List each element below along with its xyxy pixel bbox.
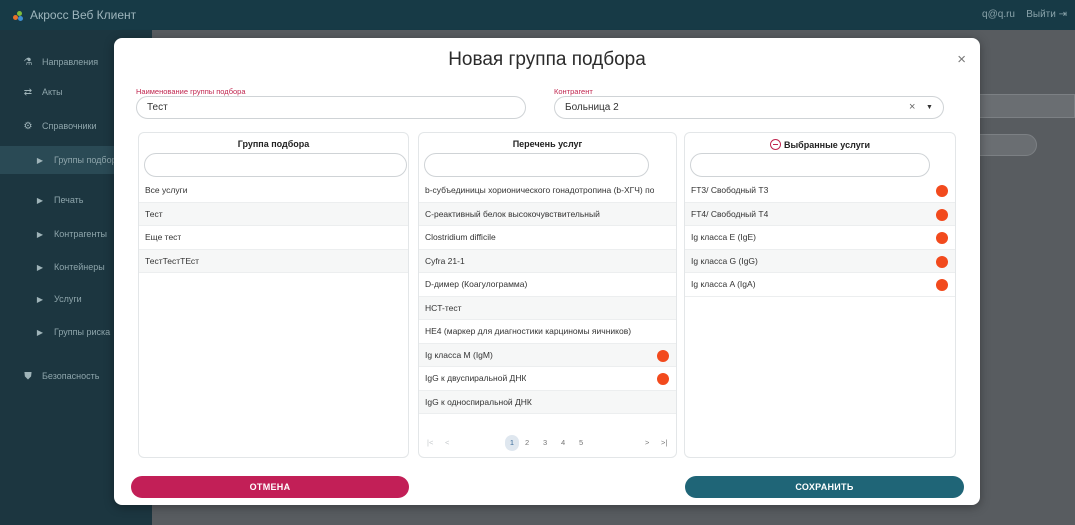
prev-page-icon[interactable]: < [445,435,449,451]
list-item[interactable]: С-реактивный белок высокочувствительный [419,202,676,226]
remove-all-icon[interactable] [770,139,781,150]
list-item[interactable]: Тест [139,202,408,226]
new-selection-group-dialog: Новая группа подбора × Наименование груп… [114,38,980,505]
groups-list: Все услуги Тест Еще тест ТестТестТЕст [139,179,408,273]
panel-title: Перечень услуг [419,139,676,149]
selected-marker-icon[interactable] [657,349,669,362]
sidebar-item-label: Контрагенты [54,229,108,239]
close-icon[interactable]: × [957,51,966,68]
remove-marker-icon[interactable] [936,255,948,268]
selected-panel-title: Выбранные услуги [784,139,870,150]
list-item[interactable]: b-субъединицы хорионического гонадотропи… [419,179,676,203]
sidebar-item-label: Печать [54,195,84,205]
caret-right-icon: ▶ [36,327,44,337]
group-name-input[interactable]: Тест [136,96,526,119]
gear-icon: ⚙ [23,120,33,132]
contractor-value: Больница 2 [565,102,619,113]
remove-marker-icon[interactable] [936,279,948,291]
selected-marker-icon[interactable] [657,373,669,385]
dialog-title: Новая группа подбора [448,49,646,70]
list-item[interactable]: Еще тест [139,226,408,250]
sidebar-item-label: Справочники [42,121,97,131]
first-page-icon[interactable]: |< [427,435,433,451]
logout-link[interactable]: Выйти ⇥ [1026,9,1067,20]
list-item[interactable]: HE4 (маркер для диагностики карциномы яи… [419,320,676,344]
app-logo-icon [13,11,23,21]
sidebar-item-label: Направления [42,57,99,67]
next-page-icon[interactable]: > [645,435,649,451]
pagination: |< < 1 2 3 4 5 > >| [419,435,676,451]
list-item[interactable]: IgG к двуспиральной ДНК [419,367,676,391]
selected-search-input[interactable] [690,153,930,177]
page-button[interactable]: 4 [561,435,565,451]
last-page-icon[interactable]: >| [661,435,667,451]
list-item[interactable]: FT4/ Свободный Т4 [685,202,955,226]
sidebar-item-label: Группы подбора [54,155,122,165]
page-button[interactable]: 3 [543,435,547,451]
transfer-icon: ⇄ [23,86,33,98]
list-item[interactable]: Ig класса A (IgA) [685,273,955,297]
caret-right-icon: ▶ [36,155,44,165]
list-item[interactable]: Clostridium difficile [419,226,676,250]
sidebar-item-label: Услуги [54,294,82,304]
flask-icon: ⚗ [23,56,33,68]
services-panel-title: Перечень услуг [512,139,583,149]
page-button[interactable]: 1 [505,435,519,451]
sidebar-item-label: Акты [42,87,63,97]
services-list: b-субъединицы хорионического гонадотропи… [419,179,676,414]
list-item[interactable]: Все услуги [139,179,408,203]
caret-right-icon: ▶ [36,229,44,239]
caret-right-icon: ▶ [36,294,44,304]
remove-marker-icon[interactable] [936,185,948,197]
services-search-input[interactable] [424,153,649,177]
list-item[interactable]: Cyfra 21-1 [419,249,676,273]
selected-services-panel: Выбранные услуги FT3/ Свободный Т3 FT4/ … [684,132,956,458]
services-list-panel: Перечень услуг b-субъединицы хорионическ… [418,132,677,458]
cancel-button[interactable]: ОТМЕНА [131,476,409,498]
sidebar-item-label: Группы риска [54,327,111,337]
user-email[interactable]: q@q.ru [982,9,1015,20]
remove-marker-icon[interactable] [936,232,948,244]
sidebar-item-label: Контейнеры [54,262,105,272]
logout-label: Выйти [1026,9,1056,20]
list-item[interactable]: Ig класса G (IgG) [685,249,955,273]
panel-title: Группа подбора [139,139,408,149]
app-title: Акросс Веб Клиент [30,8,137,22]
selection-groups-panel: Группа подбора Все услуги Тест Еще тест … [138,132,409,458]
caret-right-icon: ▶ [36,262,44,272]
page-button[interactable]: 5 [579,435,583,451]
remove-marker-icon[interactable] [936,208,948,221]
clear-icon[interactable]: × [909,101,915,113]
app-topbar: Акросс Веб Клиент q@q.ru Выйти ⇥ [0,0,1075,30]
list-item[interactable]: Ig класса E (IgE) [685,226,955,250]
list-item[interactable]: FT3/ Свободный Т3 [685,179,955,203]
save-button[interactable]: СОХРАНИТЬ [685,476,964,498]
selected-list: FT3/ Свободный Т3 FT4/ Свободный Т4 Ig к… [685,179,955,297]
groups-panel-title: Группа подбора [237,139,310,149]
list-item[interactable]: ТестТестТЕст [139,249,408,273]
chevron-down-icon[interactable]: ▼ [926,104,933,111]
caret-right-icon: ▶ [36,195,44,205]
list-item[interactable]: HCT-тест [419,296,676,320]
page-button[interactable]: 2 [525,435,529,451]
list-item[interactable]: IgG к односпиральной ДНК [419,390,676,414]
panel-title: Выбранные услуги [685,139,955,150]
group-name-label: Наименование группы подбора [136,87,246,96]
shield-icon: ⛊ [24,370,32,382]
list-item[interactable]: D-димер (Коагулограмма) [419,273,676,297]
list-item[interactable]: Ig класса M (IgM) [419,343,676,367]
groups-search-input[interactable] [144,153,407,177]
contractor-select[interactable]: Больница 2 [554,96,944,119]
sidebar-item-label: Безопасность [42,371,100,381]
contractor-label: Контрагент [554,87,593,96]
